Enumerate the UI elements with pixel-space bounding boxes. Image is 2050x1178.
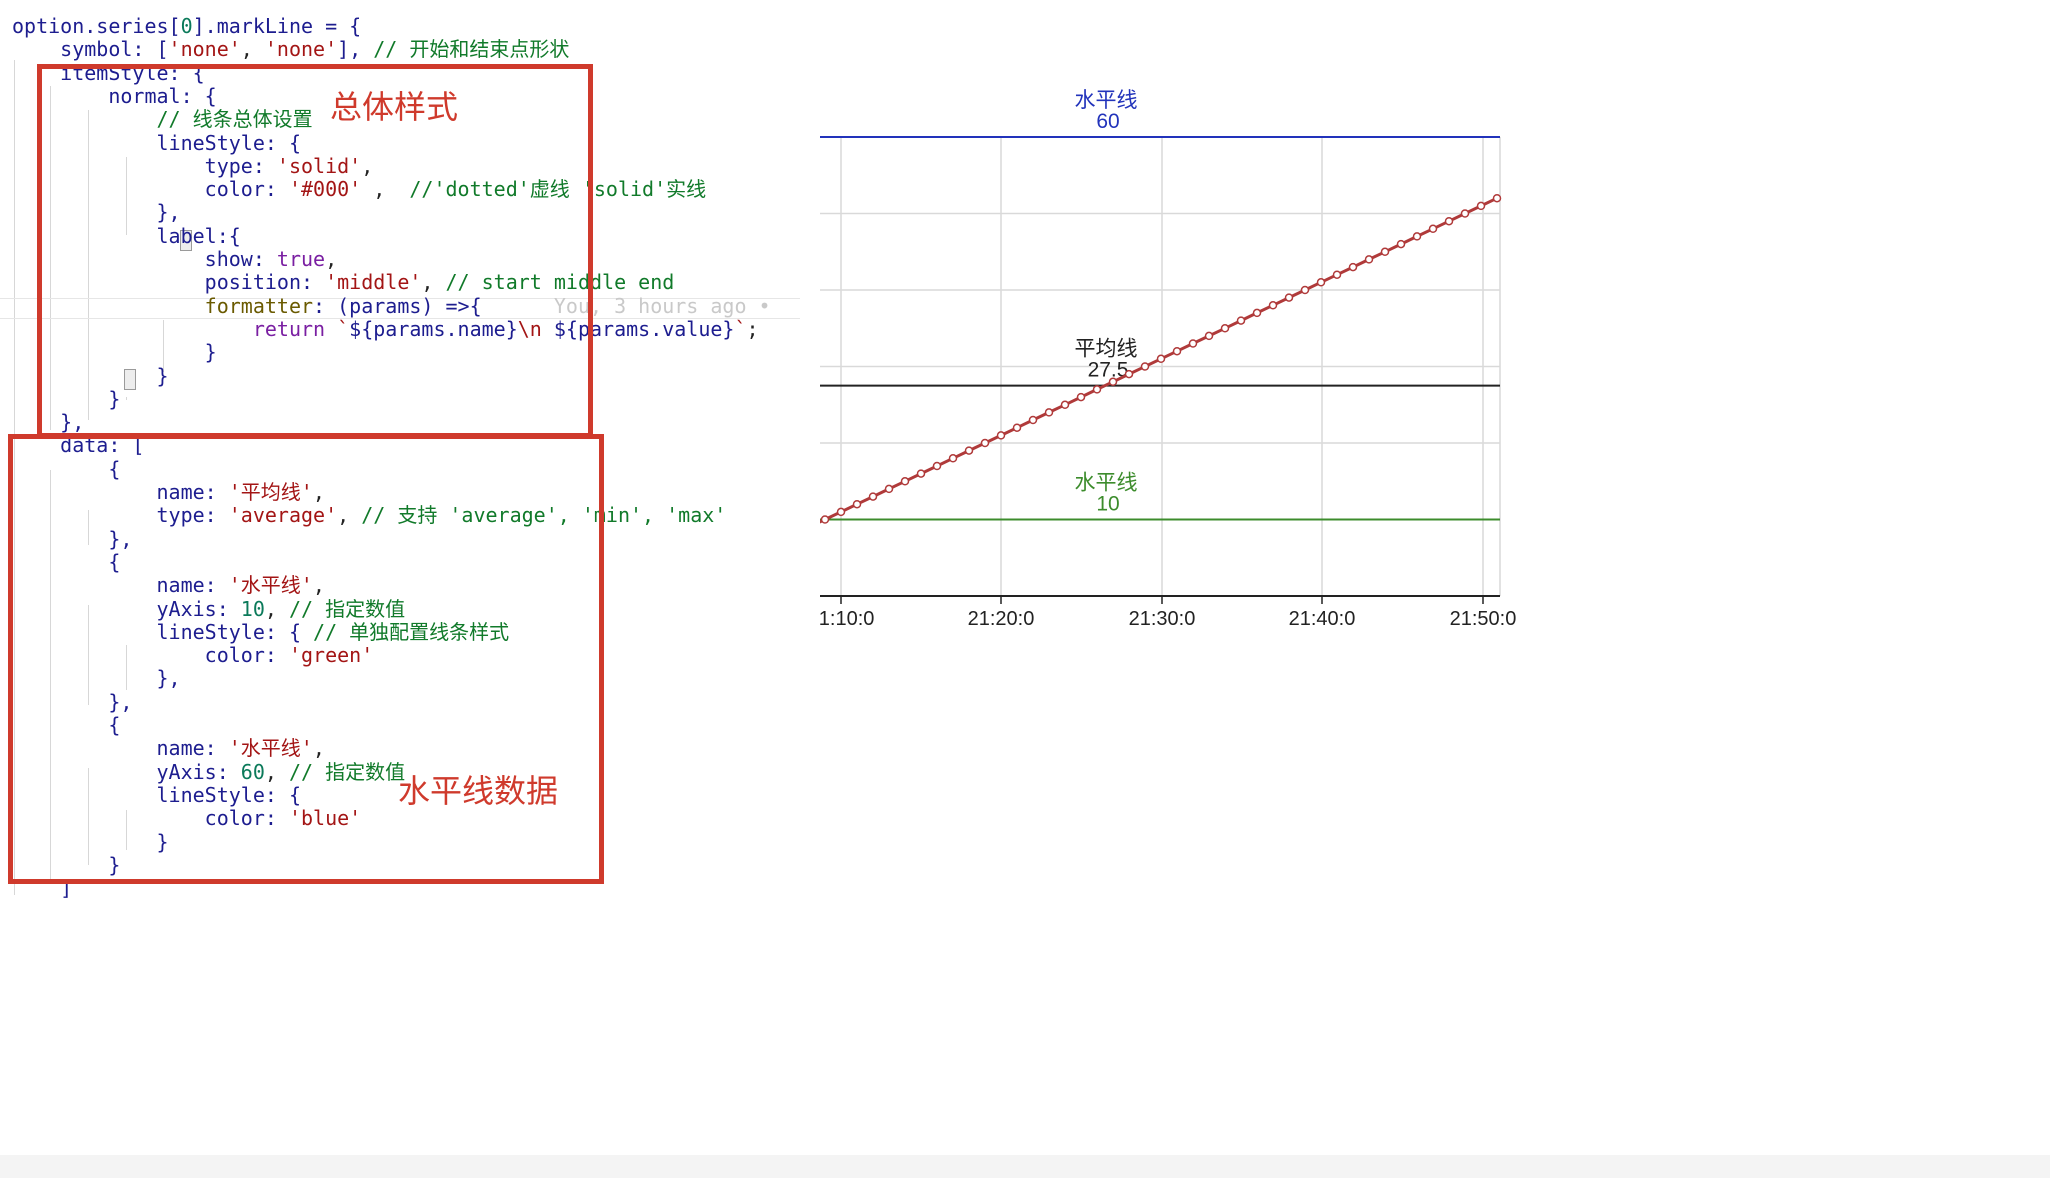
series-point bbox=[1124, 369, 1134, 379]
series-point bbox=[1092, 385, 1102, 394]
x-tick-label: 21:40:0 bbox=[1289, 608, 1356, 630]
series-point bbox=[884, 484, 894, 494]
series-point bbox=[1412, 232, 1422, 241]
code-token: 'none' bbox=[264, 37, 338, 62]
series-point bbox=[1076, 392, 1086, 402]
series-point bbox=[1060, 400, 1070, 410]
x-tick-label: 21:10:0 bbox=[820, 608, 874, 630]
series-point bbox=[1444, 216, 1454, 226]
series-point bbox=[1380, 247, 1390, 257]
x-tick-label: 21:50:0 bbox=[1450, 608, 1517, 630]
series-point bbox=[996, 431, 1006, 440]
series-point bbox=[980, 438, 990, 448]
series-point bbox=[1348, 262, 1358, 272]
series-point bbox=[1236, 316, 1246, 325]
horizontal-line-data-highlight-box bbox=[8, 434, 604, 884]
series-point bbox=[1476, 201, 1486, 211]
code-token: // 开始和结束点形状 bbox=[373, 37, 570, 62]
line-chart: 01020304050602018/4/7 21:1:5921:10:021:2… bbox=[820, 88, 1517, 630]
x-tick-label: 21:20:0 bbox=[968, 608, 1035, 630]
mark-line-value: 60 bbox=[1096, 110, 1119, 133]
mark-line-value: 10 bbox=[1096, 493, 1119, 516]
series-point bbox=[1012, 423, 1022, 432]
series-point bbox=[948, 454, 958, 463]
code-token: ], bbox=[337, 37, 374, 62]
series-point bbox=[1332, 270, 1342, 279]
series-point bbox=[1044, 408, 1054, 417]
series-point bbox=[964, 446, 974, 455]
series-point bbox=[1156, 354, 1166, 364]
series-point bbox=[1316, 278, 1326, 287]
series-point bbox=[1364, 255, 1374, 264]
series-point bbox=[1460, 209, 1470, 218]
series-point bbox=[1108, 377, 1118, 387]
series-point bbox=[1428, 224, 1438, 234]
mark-line-name: 平均线 bbox=[1075, 337, 1138, 361]
series-point bbox=[1028, 415, 1038, 425]
overall-style-highlight-box bbox=[37, 64, 593, 438]
series-point bbox=[1204, 331, 1214, 341]
series-point bbox=[852, 499, 862, 509]
series-point bbox=[916, 469, 926, 478]
bottom-strip bbox=[0, 1155, 2050, 1178]
x-tick-label: 21:30:0 bbox=[1129, 608, 1196, 630]
series-point bbox=[1300, 285, 1310, 295]
series-point bbox=[836, 507, 846, 517]
series-point bbox=[1140, 362, 1150, 371]
code-token: ` bbox=[734, 316, 747, 341]
code-token: , bbox=[240, 37, 265, 62]
series-point bbox=[820, 515, 830, 524]
mark-line-name: 水平线 bbox=[1075, 88, 1138, 112]
code-token: ; bbox=[746, 316, 759, 341]
series-point bbox=[1188, 339, 1198, 348]
series-point bbox=[1172, 346, 1182, 356]
series-point bbox=[1284, 293, 1294, 302]
series-point bbox=[1492, 193, 1502, 203]
overall-style-annotation: 总体样式 bbox=[330, 88, 459, 126]
series-point bbox=[1268, 301, 1278, 310]
series-point bbox=[900, 477, 910, 486]
horizontal-line-data-annotation: 水平线数据 bbox=[398, 772, 559, 810]
series-point bbox=[932, 461, 942, 471]
series-point bbox=[1396, 239, 1406, 249]
series-point bbox=[868, 492, 878, 501]
series-point bbox=[1220, 324, 1230, 333]
mark-line-name: 水平线 bbox=[1075, 471, 1138, 495]
series-point bbox=[1252, 308, 1262, 318]
